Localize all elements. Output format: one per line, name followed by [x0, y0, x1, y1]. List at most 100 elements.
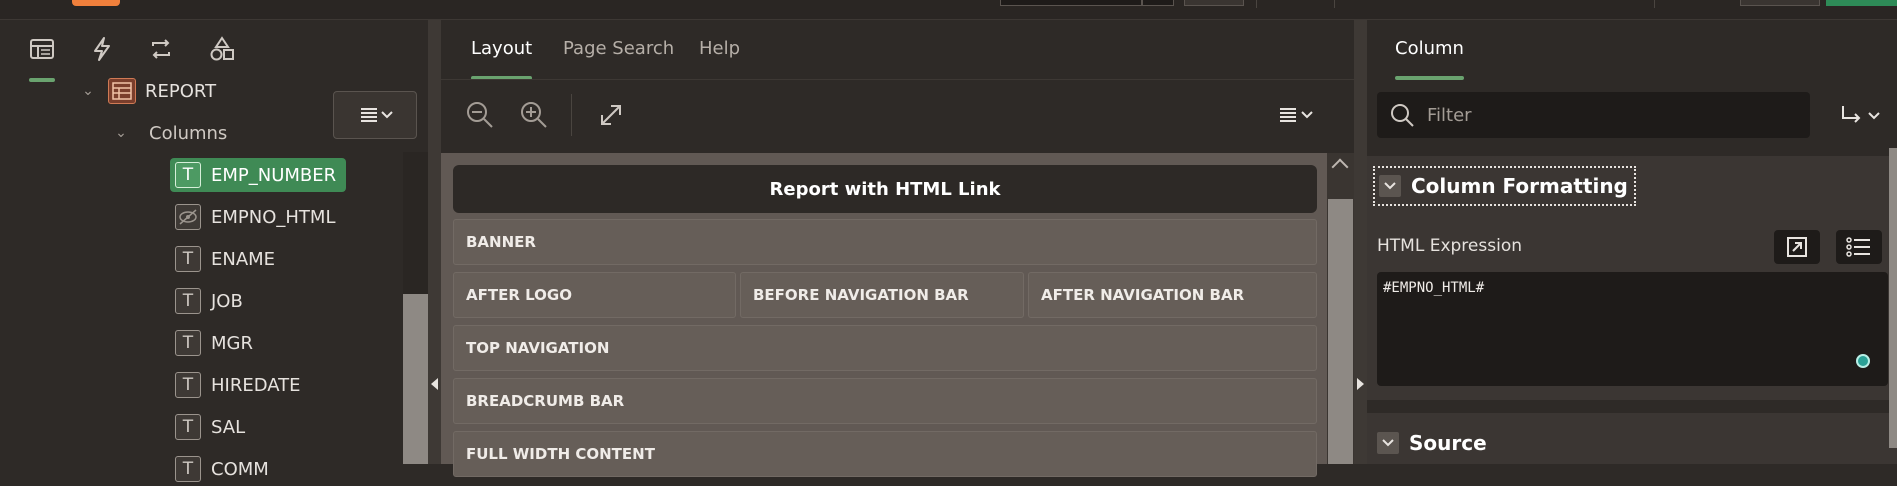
region-top-navigation[interactable]: TOP NAVIGATION — [453, 325, 1317, 371]
chevron-down-icon[interactable]: ⌄ — [78, 81, 98, 101]
region-before-navigation-bar[interactable]: BEFORE NAVIGATION BAR — [740, 272, 1024, 318]
shared-components-icon — [210, 36, 234, 61]
save-button[interactable] — [1740, 0, 1820, 6]
expand-editor-button[interactable] — [1774, 230, 1820, 264]
expand-icon — [601, 105, 621, 125]
rendering-panel: ⌄ REPORT ⌄ Columns T EMP_NUMBER EMPNO_HT… — [0, 20, 428, 482]
tree-item-label: EMPNO_HTML — [211, 206, 336, 228]
tree-item-hiredate[interactable]: T HIREDATE — [175, 368, 301, 402]
text-column-icon: T — [175, 246, 201, 272]
text-column-icon: T — [175, 372, 201, 398]
section-title: Column Formatting — [1411, 174, 1628, 198]
tab-column[interactable]: Column — [1395, 38, 1464, 80]
tree-node-label: Columns — [149, 122, 228, 144]
chevron-down-icon[interactable] — [1377, 432, 1399, 454]
zoom-out-button[interactable] — [465, 100, 495, 130]
toolbar-divider — [1334, 0, 1335, 8]
run-button[interactable] — [1826, 0, 1897, 6]
tree-item-emp-number[interactable]: T EMP_NUMBER — [170, 158, 347, 192]
tree-item-label: JOB — [211, 290, 243, 312]
tree-item-label: ENAME — [211, 248, 276, 270]
section-header[interactable]: Source — [1373, 423, 1493, 463]
tree-item-sal[interactable]: T SAL — [175, 410, 245, 444]
scrollbar-thumb[interactable] — [1328, 199, 1353, 464]
chevron-down-icon[interactable] — [1379, 175, 1401, 197]
property-editor: Column Column Formatting HTML Expression… — [1367, 20, 1897, 464]
filter-input[interactable] — [1427, 104, 1787, 126]
status-dot-icon — [1856, 354, 1870, 368]
rendering-tree-icon — [30, 39, 54, 59]
tree-node-report[interactable]: ⌄ REPORT — [78, 74, 216, 108]
toolbar-button[interactable] — [1184, 0, 1244, 6]
processing-tab[interactable] — [146, 34, 176, 64]
text-column-icon: T — [175, 330, 201, 356]
go-to-group-icon — [1842, 106, 1880, 123]
app-logo[interactable] — [72, 0, 120, 6]
page-selector[interactable] — [1000, 0, 1142, 6]
left-panel-tabs — [0, 20, 428, 82]
tree-node-label: REPORT — [145, 80, 217, 102]
tree-menu-button[interactable] — [333, 91, 417, 139]
tree-item-comm[interactable]: T COMM — [175, 452, 269, 486]
toolbar-divider — [1256, 0, 1257, 8]
hidden-column-icon — [175, 204, 201, 230]
tree-item-label: HIREDATE — [211, 374, 301, 396]
html-expression-editor[interactable]: #EMPNO_HTML# — [1377, 272, 1888, 386]
menu-icon — [361, 108, 393, 122]
go-to-group-button[interactable] — [1837, 104, 1887, 128]
right-splitter[interactable] — [1354, 20, 1367, 464]
chevron-down-icon[interactable]: ⌄ — [111, 123, 131, 143]
expand-button[interactable] — [596, 100, 626, 130]
tree-item-empno-html[interactable]: EMPNO_HTML — [175, 200, 335, 234]
zoom-in-button[interactable] — [519, 100, 549, 130]
collapse-right-icon[interactable] — [1357, 378, 1364, 390]
text-column-icon: T — [175, 288, 201, 314]
tree-scrollbar[interactable] — [403, 152, 428, 464]
tree-item-label: COMM — [211, 458, 269, 480]
tree-item-label: MGR — [211, 332, 253, 354]
region-banner[interactable]: BANNER — [453, 219, 1317, 265]
property-scrollbar[interactable] — [1889, 148, 1897, 448]
tree-item-mgr[interactable]: T MGR — [175, 326, 253, 360]
region-breadcrumb-bar[interactable]: BREADCRUMB BAR — [453, 378, 1317, 424]
dynamic-actions-tab[interactable] — [87, 34, 117, 64]
tree-item-label: EMP_NUMBER — [211, 164, 337, 186]
region-full-width-content[interactable]: FULL WIDTH CONTENT — [453, 431, 1317, 477]
tab-page-search[interactable]: Page Search — [563, 38, 674, 59]
toolbar-divider — [1654, 0, 1655, 8]
region-title[interactable]: Report with HTML Link — [453, 165, 1317, 213]
layout-menu-button[interactable] — [1276, 100, 1320, 130]
quick-pick-button[interactable] — [1836, 230, 1882, 264]
list-icon — [1846, 237, 1870, 257]
collapse-left-icon[interactable] — [431, 378, 438, 390]
left-splitter[interactable] — [428, 20, 441, 464]
filter-field[interactable] — [1377, 92, 1810, 138]
canvas-scrollbar[interactable] — [1327, 153, 1354, 464]
tree-item-job[interactable]: T JOB — [175, 284, 243, 318]
tab-layout[interactable]: Layout — [471, 38, 533, 80]
open-dialog-icon — [1787, 237, 1807, 257]
section-header[interactable]: Column Formatting — [1373, 166, 1636, 206]
rendering-tree-tab[interactable] — [27, 34, 57, 82]
layout-panel: Layout Page Search Help Report with HTML… — [441, 20, 1354, 477]
section-title: Source — [1409, 431, 1487, 455]
text-column-icon: T — [175, 414, 201, 440]
tree-node-columns[interactable]: ⌄ Columns — [111, 116, 227, 150]
chevron-up-icon[interactable] — [1331, 158, 1349, 176]
tree-item-ename[interactable]: T ENAME — [175, 242, 275, 276]
text-column-icon: T — [175, 456, 201, 482]
top-toolbar — [0, 0, 1897, 20]
toolbar-divider — [571, 94, 572, 136]
page-selector-dropdown[interactable] — [1142, 0, 1174, 6]
zoom-out-icon — [467, 102, 493, 128]
layout-toolbar — [441, 79, 1354, 152]
text-column-icon: T — [175, 162, 201, 188]
scrollbar-thumb[interactable] — [403, 294, 428, 464]
html-expression-label: HTML Expression — [1377, 236, 1522, 256]
tab-help[interactable]: Help — [699, 38, 740, 59]
processing-icon — [152, 39, 170, 59]
layout-canvas[interactable]: Report with HTML Link BANNER AFTER LOGO … — [441, 153, 1327, 477]
shared-components-tab[interactable] — [207, 34, 237, 64]
region-after-navigation-bar[interactable]: AFTER NAVIGATION BAR — [1028, 272, 1317, 318]
region-after-logo[interactable]: AFTER LOGO — [453, 272, 736, 318]
